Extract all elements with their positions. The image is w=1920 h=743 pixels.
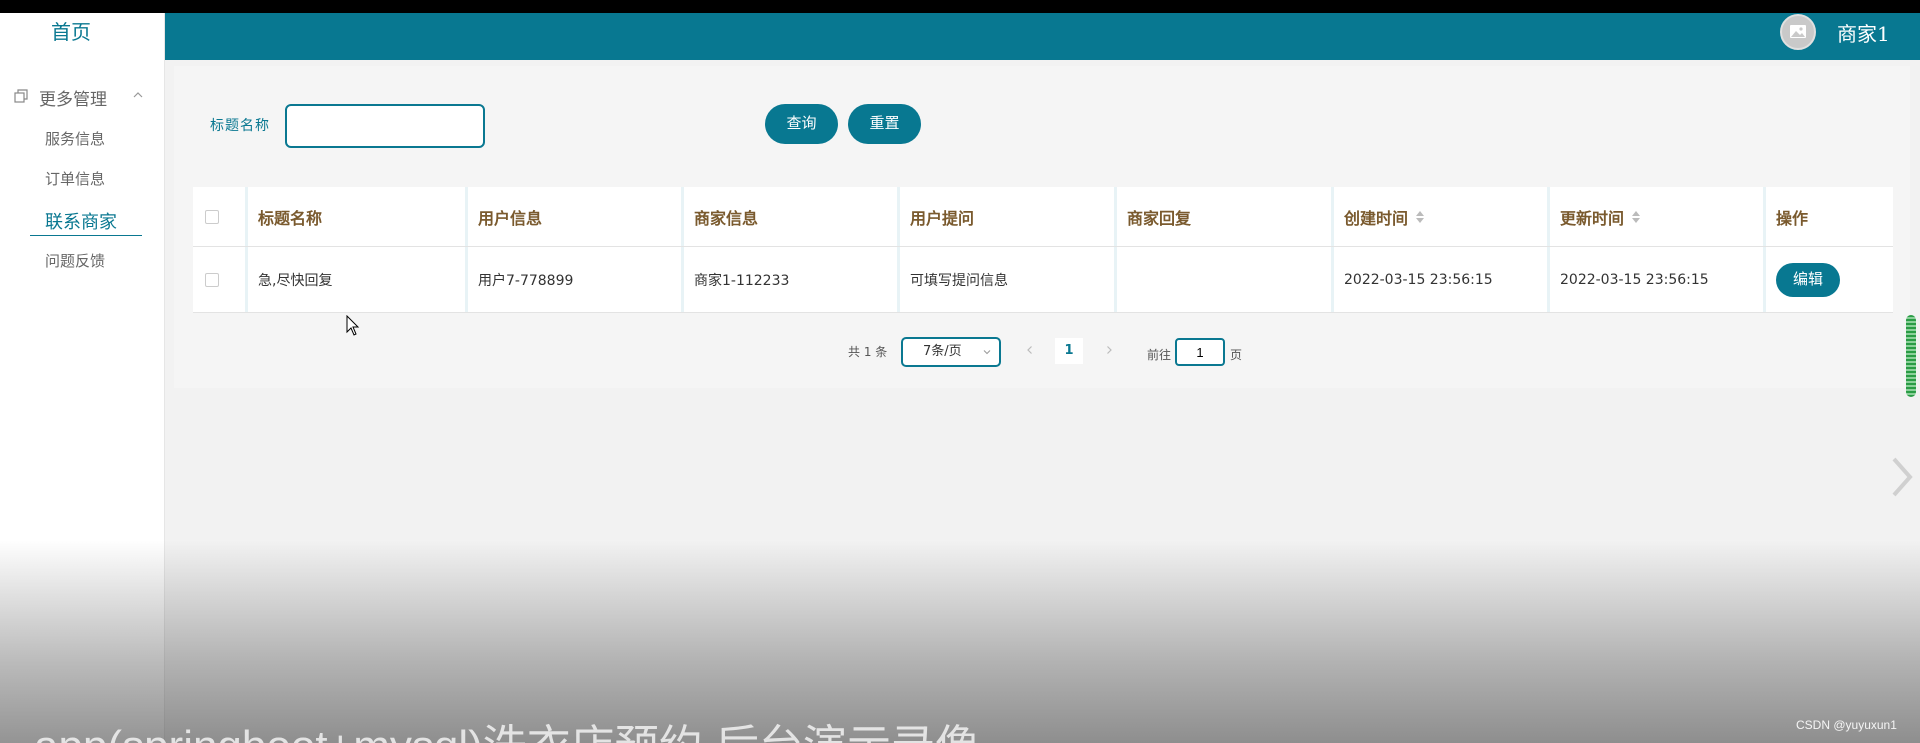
table-row: 急,尽快回复 用户7-778899 商家1-112233 可填写提问信息 202… [193,247,1893,313]
avatar[interactable] [1780,14,1816,50]
search-label: 标题名称 [210,118,270,134]
sidebar-group-label: 更多管理 [39,90,107,110]
sidebar: 首页 更多管理 服务信息 订单信息 联系商家 问题反馈 [0,13,165,743]
chevron-down-icon [983,350,991,355]
table-header-row: 标题名称 用户信息 商家信息 用户提问 商家回复 创建时间 更新时间 操作 [193,187,1893,247]
cell-title: 急,尽快回复 [248,247,468,312]
pagination-total: 共 1 条 [848,345,888,359]
select-all-checkbox[interactable] [205,209,219,224]
video-caption: app(springboot+mysql)洗衣店预约 后台演示录像 [34,710,979,743]
sidebar-item-service-info[interactable]: 服务信息 [45,128,105,149]
chevron-up-icon[interactable] [132,89,144,101]
sidebar-item-feedback[interactable]: 问题反馈 [45,250,105,271]
image-icon [1790,25,1806,38]
row-select-cell [193,247,248,312]
reset-button[interactable]: 重置 [848,104,921,144]
col-header-created[interactable]: 创建时间 [1334,187,1550,246]
next-page-button[interactable] [1098,340,1120,362]
cell-merchant: 商家1-112233 [684,247,900,312]
user-name[interactable]: 商家1 [1837,18,1890,47]
page-number-current[interactable]: 1 [1055,338,1083,364]
cell-user: 用户7-778899 [468,247,684,312]
col-header-updated-label: 更新时间 [1560,208,1625,228]
cell-question: 可填写提问信息 [900,247,1117,312]
col-header-user: 用户信息 [468,187,684,246]
sidebar-group-more-management[interactable]: 更多管理 [0,75,165,115]
cell-updated: 2022-03-15 23:56:15 [1550,247,1766,312]
col-header-merchant: 商家信息 [684,187,900,246]
query-button[interactable]: 查询 [765,104,838,144]
goto-label: 前往 [1147,348,1172,362]
active-item-underline [30,235,142,236]
col-header-updated[interactable]: 更新时间 [1550,187,1766,246]
chevron-right-icon[interactable] [1886,455,1916,499]
window-top-bar [0,0,1920,13]
page-size-select[interactable]: 7条/页 [901,337,1001,367]
goto-page-input[interactable] [1175,338,1225,366]
goto-suffix: 页 [1230,348,1243,362]
sort-icon[interactable] [1416,210,1426,224]
sidebar-item-contact-merchant[interactable]: 联系商家 [45,208,117,234]
cell-actions: 编辑 [1766,247,1893,312]
col-header-title: 标题名称 [248,187,468,246]
col-header-created-label: 创建时间 [1344,208,1409,228]
select-all-cell [193,187,248,246]
top-header [165,13,1920,60]
mouse-cursor-icon [346,315,360,336]
edit-button[interactable]: 编辑 [1776,262,1840,297]
copy-icon [14,89,28,103]
page-size-value: 7条/页 [923,344,962,359]
col-header-reply: 商家回复 [1117,187,1334,246]
prev-page-button[interactable] [1019,340,1041,362]
sidebar-home-link[interactable]: 首页 [0,16,142,45]
chevron-right-icon [1107,346,1112,354]
cell-created: 2022-03-15 23:56:15 [1334,247,1550,312]
scrollbar-thumb[interactable] [1906,315,1916,397]
col-header-actions: 操作 [1776,208,1809,228]
watermark: CSDN @yuyuxun1 [1796,718,1897,732]
row-checkbox[interactable] [205,272,219,287]
sort-icon[interactable] [1632,210,1642,224]
chevron-left-icon [1027,346,1032,354]
cell-reply [1117,247,1334,312]
title-search-input[interactable] [285,104,485,148]
col-header-question: 用户提问 [900,187,1117,246]
sidebar-item-order-info[interactable]: 订单信息 [45,168,105,189]
